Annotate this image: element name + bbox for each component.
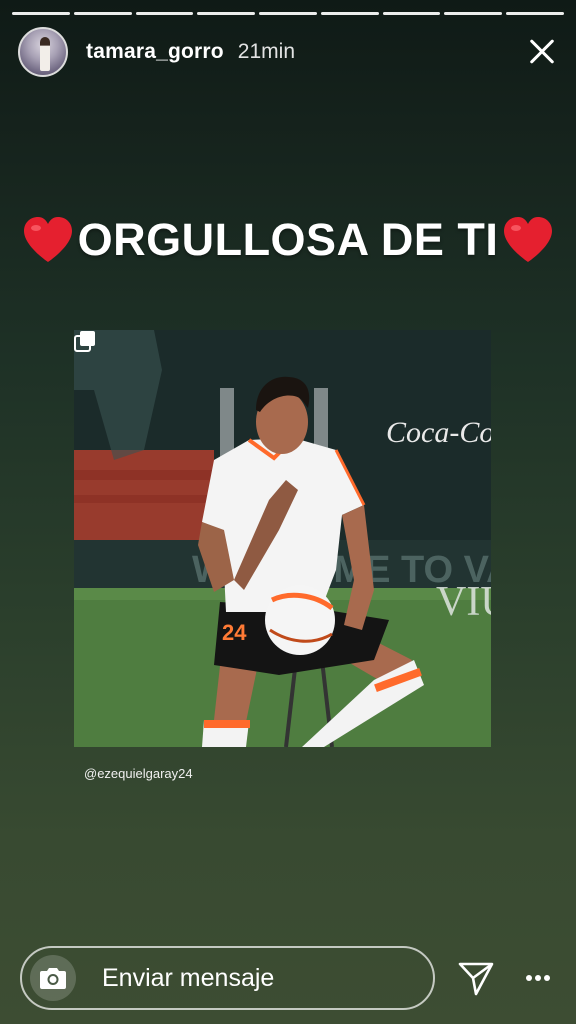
headline-text: ORGULLOSA DE TI [77, 214, 499, 265]
progress-segment [320, 12, 379, 15]
story-header: tamara_gorro 21min [18, 27, 562, 77]
story-headline: ORGULLOSA DE TI [0, 214, 576, 266]
camera-button[interactable] [30, 955, 76, 1001]
camera-icon [40, 968, 66, 989]
progress-segment [12, 12, 70, 15]
post-credit[interactable]: @ezequielgaray24 [84, 766, 193, 781]
progress-segment [259, 12, 317, 15]
story-progress-bar [12, 12, 565, 15]
progress-segment [506, 12, 565, 15]
progress-segment [382, 12, 441, 15]
send-icon[interactable] [457, 959, 495, 997]
close-icon[interactable] [522, 32, 562, 72]
progress-segment [135, 12, 194, 15]
progress-segment [73, 12, 132, 15]
heart-icon [504, 217, 553, 262]
shared-post-image[interactable]: Coca-Co WELCOME TO VA VIU 24 [74, 330, 491, 747]
message-placeholder[interactable]: Enviar mensaje [102, 964, 274, 993]
brand-watermark: Coca-Co [386, 416, 491, 449]
letters-watermark: VIU [436, 579, 491, 625]
more-options-icon[interactable] [525, 974, 551, 982]
story-footer: Enviar mensaje [20, 946, 556, 1010]
progress-segment [444, 12, 503, 15]
progress-segment [197, 12, 256, 15]
multiple-photos-icon [74, 331, 95, 352]
heart-icon [23, 217, 72, 262]
timestamp: 21min [237, 40, 295, 63]
avatar[interactable] [18, 27, 68, 77]
username[interactable]: tamara_gorro [86, 40, 224, 64]
shirt-number: 24 [222, 620, 247, 645]
message-field[interactable]: Enviar mensaje [20, 946, 435, 1010]
footballer-photo: Coca-Co WELCOME TO VA VIU 24 [74, 330, 491, 747]
